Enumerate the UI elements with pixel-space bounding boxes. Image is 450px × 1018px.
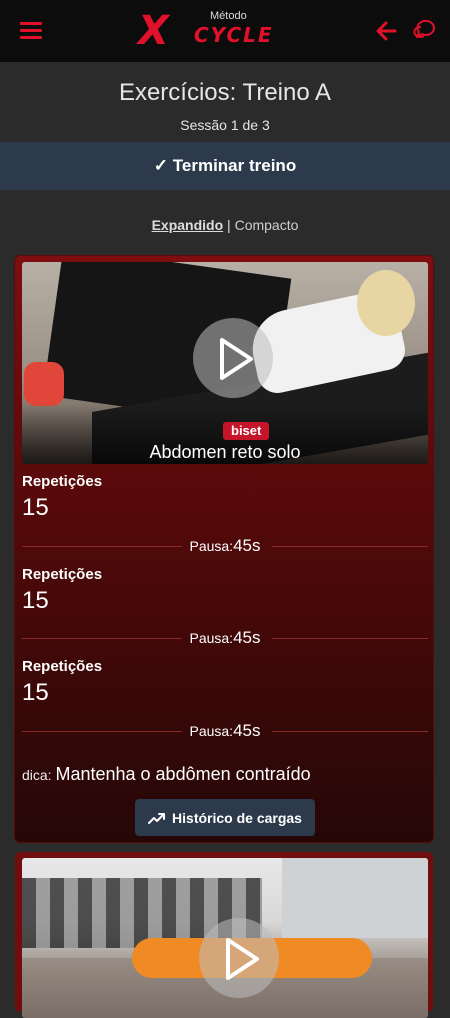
exercise-type-badge: biset <box>223 422 270 440</box>
logo-x: X <box>138 8 169 54</box>
trending-up-icon <box>148 812 166 824</box>
chat-bubble-icon[interactable] <box>412 17 438 43</box>
app-logo: X Método CYCLE <box>138 10 314 52</box>
pause-value: 45s <box>233 721 261 740</box>
exercise-tip: dica: Mantenha o abdômen contraído <box>22 764 311 785</box>
view-separator: | <box>223 217 235 233</box>
menu-icon[interactable] <box>20 22 42 40</box>
load-history-button[interactable]: Histórico de cargas <box>135 799 315 836</box>
arrow-left-icon[interactable] <box>373 18 399 44</box>
pause-label: Pausa: <box>189 538 234 554</box>
exercise-card <box>15 852 433 1018</box>
reps-label: Repetições <box>22 566 103 583</box>
exercise-video-thumbnail[interactable]: biset Abdomen reto solo <box>22 262 428 464</box>
pause-row: Pausa:45s <box>22 628 428 648</box>
reps-label: Repetições <box>22 658 103 675</box>
page-title: Exercícios: Treino A <box>118 79 332 106</box>
exercise-name: Abdomen reto solo <box>149 442 301 462</box>
pause-row: Pausa:45s <box>22 721 428 741</box>
play-icon[interactable] <box>199 918 279 998</box>
play-icon[interactable] <box>193 318 273 398</box>
exercise-card: biset Abdomen reto solo Repetições 15 Pa… <box>15 256 433 842</box>
pause-row: Pausa:45s <box>22 536 428 556</box>
exercise-video-thumbnail[interactable] <box>22 858 428 1018</box>
view-expanded-link[interactable]: Expandido <box>152 217 224 233</box>
reps-value: 15 <box>22 587 49 614</box>
pause-value: 45s <box>233 628 261 647</box>
pause-label: Pausa: <box>189 630 234 646</box>
reps-label: Repetições <box>22 473 103 490</box>
logo-metodo: Método <box>210 10 247 22</box>
reps-value: 15 <box>22 494 49 521</box>
top-bar: X Método CYCLE <box>0 0 450 62</box>
logo-cycle: CYCLE <box>194 23 274 47</box>
finish-workout-button[interactable]: ✓ Terminar treino <box>0 142 450 190</box>
pause-value: 45s <box>233 536 261 555</box>
pause-label: Pausa: <box>189 723 234 739</box>
tip-text: Mantenha o abdômen contraído <box>55 764 311 784</box>
load-history-label: Histórico de cargas <box>172 809 302 826</box>
reps-value: 15 <box>22 679 49 706</box>
view-compact-link[interactable]: Compacto <box>235 217 299 233</box>
session-indicator: Sessão 1 de 3 <box>180 117 270 133</box>
tip-label: dica: <box>22 767 56 783</box>
view-toggle: Expandido | Compacto <box>0 217 450 233</box>
